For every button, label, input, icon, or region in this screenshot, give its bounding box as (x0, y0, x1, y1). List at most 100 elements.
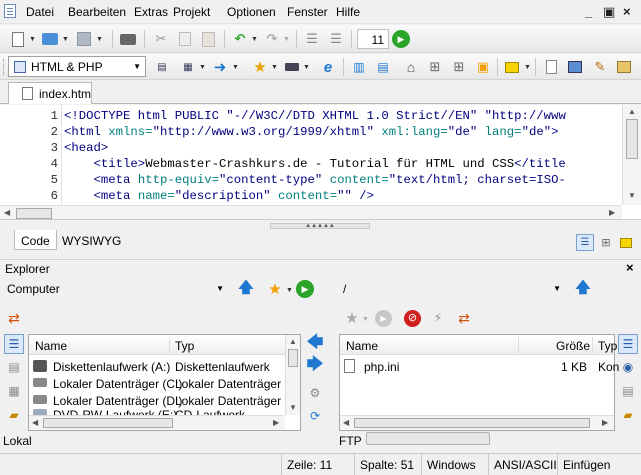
ftp-location-select[interactable]: / ▼ (339, 279, 565, 299)
local-favorites-button[interactable]: ★ (265, 279, 285, 299)
layout-button[interactable]: ▤ (373, 57, 393, 77)
menu-fenster[interactable]: Fenster (287, 5, 328, 19)
local-view-list-button[interactable]: ▤ (4, 357, 24, 377)
menu-bearbeiten[interactable]: Bearbeiten (68, 5, 126, 19)
copy-button[interactable] (175, 29, 195, 49)
tools-dropdown-icon[interactable]: ▼ (303, 64, 310, 71)
connect-button[interactable]: ⚙ (305, 383, 325, 403)
code-view-button[interactable]: ☰ (576, 234, 594, 251)
home-button[interactable]: ⌂ (401, 57, 421, 77)
sync-button[interactable]: ⟳ (305, 406, 325, 426)
insert-image-button[interactable] (565, 57, 585, 77)
ftp-favorites-dropdown-icon[interactable]: ▼ (362, 316, 369, 323)
scroll-left-icon[interactable]: ◀ (4, 208, 10, 217)
open-dropdown-icon[interactable]: ▼ (62, 36, 69, 43)
paste-button[interactable] (198, 29, 218, 49)
tools-button[interactable] (282, 57, 302, 77)
page-properties-button[interactable]: ▥ (349, 57, 369, 77)
h-scroll-thumb[interactable] (16, 208, 52, 219)
ftp-folder-button[interactable]: ▰ (618, 405, 638, 425)
status-line-endings[interactable]: Windows (421, 454, 487, 475)
ftp-view-list-button[interactable]: ▤ (618, 381, 638, 401)
minimize-button[interactable]: _ (585, 4, 592, 19)
editor-vertical-scrollbar[interactable]: ▲ ▼ (622, 105, 641, 205)
column-name[interactable]: Name (35, 339, 67, 353)
redo-button[interactable]: ↷ (262, 29, 282, 49)
scroll-left-icon[interactable]: ◀ (32, 418, 38, 427)
redo-dropdown-icon[interactable]: ▼ (283, 36, 290, 43)
scroll-down-icon[interactable]: ▼ (289, 403, 297, 412)
table-button[interactable]: ⊞ (425, 57, 445, 77)
style-button[interactable] (614, 57, 634, 77)
new-file-button[interactable] (8, 29, 28, 49)
local-go-button[interactable]: ▶ (296, 280, 314, 298)
form-button[interactable]: ▦ (178, 57, 198, 77)
cut-button[interactable]: ✂ (151, 29, 171, 49)
splitter-handle[interactable]: ▲▲▲▲▲ (270, 223, 370, 229)
scroll-right-icon[interactable]: ▶ (609, 208, 615, 217)
ftp-view-web-button[interactable]: ◉ (618, 357, 638, 377)
color-button[interactable]: ✎ (590, 57, 610, 77)
browser-preview-button[interactable]: e (318, 57, 338, 77)
scroll-right-icon[interactable]: ▶ (273, 418, 279, 427)
menu-hilfe[interactable]: Hilfe (336, 5, 360, 19)
form-dropdown-icon[interactable]: ▼ (199, 64, 206, 71)
local-list-vscroll[interactable]: ▲ ▼ (285, 335, 300, 415)
go-button[interactable]: ▶ (392, 30, 410, 48)
new-dropdown-icon[interactable]: ▼ (29, 36, 36, 43)
tab-code[interactable]: Code (14, 230, 57, 250)
grid-button[interactable]: ⊞ (449, 57, 469, 77)
split-view-button[interactable]: ⊞ (597, 234, 615, 251)
save-button[interactable] (74, 29, 94, 49)
ftp-up-button[interactable]: 🡅 (573, 279, 593, 299)
ftp-settings-button[interactable]: ⚡ (428, 308, 448, 328)
local-view-details-button[interactable]: ☰ (4, 334, 24, 354)
download-button[interactable]: 🡄 (305, 334, 325, 354)
scroll-thumb[interactable] (626, 119, 638, 159)
ftp-file-list[interactable]: Name Größe Typ php.ini 1 KB Kon ◀ ▶ (339, 334, 619, 431)
scroll-up-icon[interactable]: ▲ (628, 107, 636, 116)
link-dropdown-icon[interactable]: ▼ (232, 64, 239, 71)
local-view-icons-button[interactable]: ▦ (4, 381, 24, 401)
ftp-disconnect-button[interactable]: ⊘ (404, 310, 421, 327)
list-item[interactable]: php.ini 1 KB Kon (344, 359, 619, 376)
upload-button[interactable]: 🡆 (305, 356, 325, 376)
restore-button[interactable]: ▣ (603, 4, 615, 20)
scroll-down-icon[interactable]: ▼ (628, 191, 636, 200)
local-refresh-button[interactable]: ⇄ (4, 308, 24, 328)
menu-optionen[interactable]: Optionen (227, 5, 276, 19)
link-button[interactable]: ➜ (210, 57, 230, 77)
comment-button[interactable] (502, 57, 522, 77)
status-encoding[interactable]: ANSI/ASCII (488, 454, 557, 475)
new-page-button[interactable] (541, 57, 561, 77)
code-editor[interactable]: 1 <!DOCTYPE html PUBLIC "-//W3C//DTD XHTM… (0, 105, 641, 220)
ftp-list-hscroll[interactable]: ◀ ▶ (340, 415, 614, 430)
scroll-up-icon[interactable]: ▲ (289, 337, 297, 346)
ftp-favorites-button[interactable]: ★ (342, 308, 362, 328)
ftp-go-button[interactable]: ▶ (375, 310, 392, 327)
h-scroll-thumb[interactable] (43, 418, 173, 428)
list-item[interactable]: Diskettenlaufwerk (A:) Diskettenlaufwerk (33, 359, 283, 376)
save-dropdown-icon[interactable]: ▼ (96, 36, 103, 43)
close-button[interactable]: × (623, 4, 631, 19)
h-scroll-thumb[interactable] (354, 418, 590, 428)
scroll-right-icon[interactable]: ▶ (602, 418, 608, 427)
preview-view-button[interactable] (617, 234, 635, 251)
column-type[interactable]: Typ (175, 339, 194, 353)
column-name[interactable]: Name (346, 339, 378, 353)
local-favorites-dropdown-icon[interactable]: ▼ (286, 287, 293, 294)
favorites-dropdown-icon[interactable]: ▼ (271, 64, 278, 71)
open-button[interactable] (40, 29, 60, 49)
local-location-select[interactable]: Computer ▼ (3, 279, 228, 299)
image-button[interactable]: ▣ (473, 57, 493, 77)
local-folder-button[interactable]: ▰ (4, 405, 24, 425)
scroll-thumb[interactable] (288, 349, 298, 367)
menu-projekt[interactable]: Projekt (173, 5, 210, 19)
undo-dropdown-icon[interactable]: ▼ (251, 36, 258, 43)
insert-button[interactable]: ▤ (152, 57, 172, 77)
ftp-view-details-button[interactable]: ☰ (618, 334, 638, 354)
list-item[interactable]: Lokaler Datenträger (C:) Lokaler Datentr… (33, 376, 283, 393)
local-file-list[interactable]: Name Typ Diskettenlaufwerk (A:) Diskette… (28, 334, 301, 431)
favorites-button[interactable]: ★ (250, 57, 270, 77)
ftp-refresh-button[interactable]: ⇄ (454, 308, 474, 328)
